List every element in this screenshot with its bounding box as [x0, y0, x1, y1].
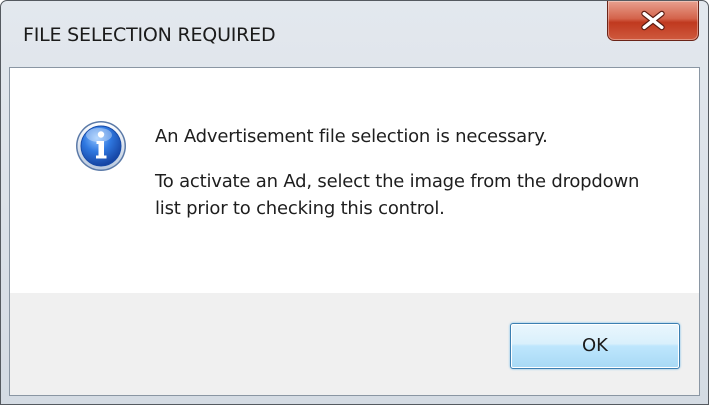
title-bar[interactable]: FILE SELECTION REQUIRED [1, 1, 708, 67]
ok-button[interactable]: OK [510, 323, 680, 369]
button-bar: OK [10, 293, 699, 395]
dialog-window: FILE SELECTION REQUIRED An Advertisement… [0, 0, 709, 405]
dialog-message: An Advertisement file selection is neces… [155, 123, 675, 222]
message-main: An Advertisement file selection is neces… [155, 126, 548, 147]
info-icon [76, 121, 126, 171]
message-area: An Advertisement file selection is neces… [10, 68, 699, 293]
close-icon [641, 10, 665, 31]
close-button[interactable] [607, 1, 699, 41]
window-title: FILE SELECTION REQUIRED [23, 24, 276, 46]
dialog-client-area: An Advertisement file selection is neces… [9, 67, 700, 396]
message-detail: To activate an Ad, select the image from… [155, 171, 640, 219]
